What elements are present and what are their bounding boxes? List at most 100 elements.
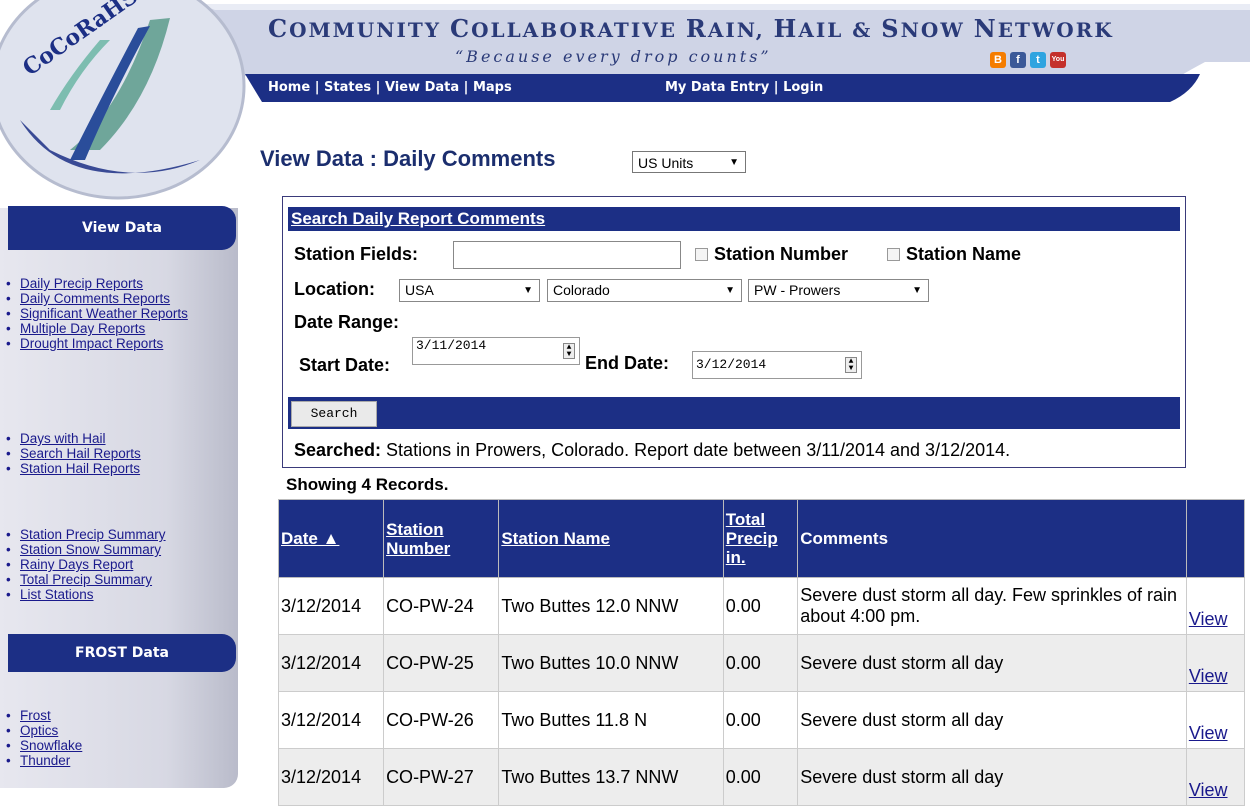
sidebar-item: Station Hail Reports [6,461,232,476]
cell-total-precip: 0.00 [722,577,799,635]
nav-bar: Home | States | View Data | Maps My Data… [268,80,824,95]
facebook-icon[interactable]: f [1010,52,1026,68]
sidebar-item: Total Precip Summary [6,572,232,587]
start-date-label: Start Date: [299,355,391,375]
cell-station-number: CO-PW-26 [383,691,500,749]
sidebar-link[interactable]: Daily Precip Reports [20,276,143,291]
sidebar-item: List Stations [6,587,232,602]
sidebar-link[interactable]: Thunder [20,753,70,768]
search-bar: Search [288,397,1180,429]
station-number-label: Station Number [714,244,849,264]
sidebar-link[interactable]: List Stations [20,587,94,602]
sidebar-item: Rainy Days Report [6,557,232,572]
sidebar-link[interactable]: Search Hail Reports [20,446,141,461]
sidebar-item: Optics [6,723,232,738]
youtube-icon[interactable]: You [1050,52,1066,68]
sidebar-link[interactable]: Snowflake [20,738,82,753]
end-date-input[interactable]: 3/12/2014 ▲ ▼ [692,351,862,379]
sidebar-heading-frost: FROST Data [8,634,236,672]
units-select[interactable]: US Units ▼ [632,151,746,173]
sidebar-group-frost: FrostOpticsSnowflakeThunder [6,708,232,768]
cell-station-number: CO-PW-25 [383,634,500,692]
search-button[interactable]: Search [291,401,377,427]
cell-comments: Severe dust storm all day [797,691,1187,749]
dropdown-arrow-icon: ▼ [725,285,735,296]
cell-station-name: Two Buttes 11.8 N [498,691,724,749]
sidebar-link[interactable]: Station Hail Reports [20,461,140,476]
sidebar-item: Multiple Day Reports [6,321,232,336]
blogger-icon[interactable]: B [990,52,1006,68]
tagline: “Because every drop counts” [455,47,772,66]
station-fields-label: Station Fields: [294,244,419,264]
sidebar-link[interactable]: Rainy Days Report [20,557,133,572]
cell-station-name: Two Buttes 13.7 NNW [498,748,724,806]
cell-date: 3/12/2014 [277,634,385,692]
sidebar-link[interactable]: Station Precip Summary [20,527,166,542]
sidebar-item: Thunder [6,753,232,768]
results-table: Date ▲ Station Number Station Name Total… [277,499,1246,806]
col-date[interactable]: Date ▲ [277,499,385,578]
sidebar-link[interactable]: Significant Weather Reports [20,306,188,321]
col-total-precip[interactable]: Total Precip in. [722,499,799,578]
sidebar-link[interactable]: Total Precip Summary [20,572,152,587]
station-number-checkbox[interactable] [695,248,708,261]
country-select[interactable]: USA ▼ [399,279,540,302]
social-icons: Bf t You [990,52,1066,68]
sidebar-link[interactable]: Drought Impact Reports [20,336,163,351]
nav-states[interactable]: States [324,80,371,95]
nav-maps[interactable]: Maps [473,80,512,95]
sidebar-group-hail: Days with HailSearch Hail ReportsStation… [6,431,232,476]
records-count: Showing 4 Records. [286,475,449,494]
sidebar-link[interactable]: Days with Hail [20,431,106,446]
sidebar-item: Days with Hail [6,431,232,446]
sidebar-item: Daily Precip Reports [6,276,232,291]
sidebar-link[interactable]: Frost [20,708,51,723]
page-title: View Data : Daily Comments [260,146,556,171]
state-select[interactable]: Colorado ▼ [547,279,742,302]
nav-my-data-entry[interactable]: My Data Entry [665,80,769,95]
sidebar-heading-view-data: View Data [8,206,236,250]
station-name-checkbox[interactable] [887,248,900,261]
cell-total-precip: 0.00 [722,634,799,692]
cell-station-name: Two Buttes 12.0 NNW [498,577,724,635]
col-station-number[interactable]: Station Number [383,499,500,578]
location-label: Location: [294,279,375,299]
dropdown-arrow-icon: ▼ [912,285,922,296]
spinner-icon[interactable]: ▲ ▼ [845,357,857,373]
sidebar-link[interactable]: Daily Comments Reports [20,291,170,306]
search-panel-title[interactable]: Search Daily Report Comments [288,207,1180,231]
cell-date: 3/12/2014 [277,748,385,806]
col-view [1185,499,1246,578]
twitter-icon[interactable]: t [1030,52,1046,68]
sidebar-group-precip: Daily Precip ReportsDaily Comments Repor… [6,276,232,351]
county-select[interactable]: PW - Prowers ▼ [748,279,929,302]
title-part: HAIL & [773,14,882,43]
station-fields-input[interactable] [453,241,681,269]
col-station-name[interactable]: Station Name [498,499,724,578]
sidebar-group-summaries: Station Precip SummaryStation Snow Summa… [6,527,232,602]
view-link[interactable]: View [1185,748,1246,806]
view-link[interactable]: View [1185,634,1246,692]
view-link[interactable]: View [1185,577,1246,635]
nav-login[interactable]: Login [783,80,823,95]
sidebar-item: Daily Comments Reports [6,291,232,306]
title-part: NETWORK [973,14,1114,43]
sidebar-link[interactable]: Station Snow Summary [20,542,161,557]
sidebar-link[interactable]: Optics [20,723,58,738]
sidebar-item: Snowflake [6,738,232,753]
nav-home[interactable]: Home [268,80,310,95]
start-date-input[interactable]: 3/11/2014 ▲ ▼ [412,337,580,365]
table-header-row: Date ▲ Station Number Station Name Total… [277,499,1246,578]
nav-view-data[interactable]: View Data [385,80,459,95]
view-link[interactable]: View [1185,691,1246,749]
cell-date: 3/12/2014 [277,577,385,635]
sidebar-item: Frost [6,708,232,723]
station-name-label: Station Name [906,244,1022,264]
table-row: 3/12/2014 CO-PW-25 Two Buttes 10.0 NNW 0.00… [277,634,1246,692]
date-range-label: Date Range: [294,312,400,332]
spinner-icon[interactable]: ▲ ▼ [563,343,575,359]
dropdown-arrow-icon: ▼ [729,157,739,168]
sidebar-link[interactable]: Multiple Day Reports [20,321,145,336]
table-row: 3/12/2014 CO-PW-27 Two Buttes 13.7 NNW 0.00… [277,748,1246,806]
sidebar-item: Search Hail Reports [6,446,232,461]
